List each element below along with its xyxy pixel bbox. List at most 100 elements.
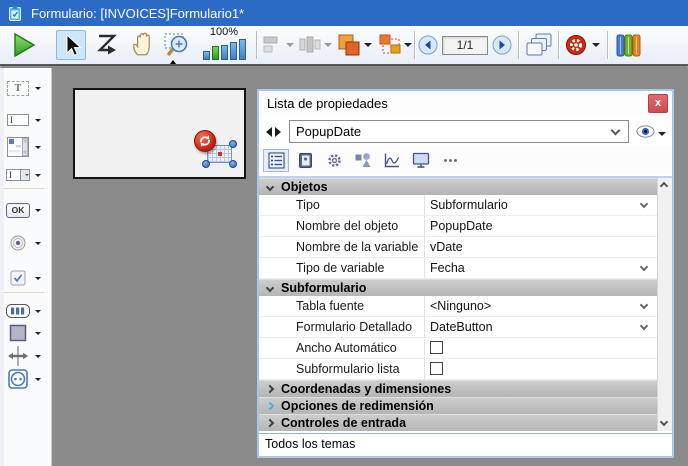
object-nav-arrows[interactable] <box>266 127 281 137</box>
toolbar-control-icon <box>4 304 32 318</box>
scroll-up-icon[interactable] <box>660 182 668 190</box>
chevron-down-icon[interactable] <box>35 87 41 90</box>
chevron-right-icon <box>266 402 274 410</box>
scroll-down-icon[interactable] <box>660 418 668 426</box>
sidebar-separator <box>4 292 44 293</box>
object-selector-combobox[interactable]: PopupDate <box>289 120 629 143</box>
run-icon[interactable] <box>8 30 38 60</box>
property-label: Nombre del objeto <box>259 216 424 236</box>
section-header-coordenadas[interactable]: Coordenadas y dimensiones <box>259 380 657 397</box>
tool-edit-field[interactable]: I <box>4 108 48 132</box>
previous-object-icon[interactable] <box>266 127 272 137</box>
selection-handle[interactable] <box>229 160 237 168</box>
section-label: Objetos <box>281 180 328 194</box>
front-dropdown-icon[interactable] <box>364 43 372 47</box>
tool-combo-box[interactable]: I <box>4 163 48 187</box>
checkbox[interactable] <box>430 362 443 375</box>
property-value <box>424 338 657 358</box>
tool-splitter-control[interactable] <box>4 344 48 368</box>
chevron-down-icon[interactable] <box>35 310 41 313</box>
align-dropdown-icon[interactable] <box>286 43 294 47</box>
zoom-bars-icon[interactable] <box>196 38 252 60</box>
section-header-redimension[interactable]: Opciones de redimensión <box>259 397 657 414</box>
chevron-down-icon[interactable] <box>35 146 41 149</box>
property-value-text[interactable]: DateButton <box>430 320 493 334</box>
tab-events-curve[interactable] <box>379 149 405 172</box>
tab-settings-gear[interactable] <box>321 149 347 172</box>
property-label: Ancho Automático <box>259 338 424 358</box>
controls-sidebar: T I I OK <box>0 68 52 466</box>
chevron-down-icon[interactable] <box>640 301 648 309</box>
tab-data-book[interactable] <box>292 149 318 172</box>
form-designer-window: Formulario: [INVOICES]Formulario1* 100% <box>0 0 688 466</box>
form-clipboard-icon <box>7 5 23 22</box>
tab-objects-shapes[interactable] <box>350 149 376 172</box>
chevron-down-icon[interactable] <box>35 277 41 280</box>
tool-static-text[interactable]: T <box>4 76 48 100</box>
chevron-down-icon <box>611 126 621 136</box>
chevron-down-icon[interactable] <box>35 378 41 381</box>
chevron-down-icon[interactable] <box>35 332 41 335</box>
zoom-level-bars[interactable]: 100% <box>196 26 252 64</box>
themes-books-icon[interactable] <box>615 32 643 58</box>
tab-display-monitor[interactable] <box>408 149 434 172</box>
property-value-text[interactable]: Subformulario <box>430 198 508 212</box>
chevron-down-icon[interactable] <box>640 200 648 208</box>
tab-properties-list[interactable] <box>263 149 289 172</box>
eye-dropdown-icon[interactable] <box>658 132 666 136</box>
themes-status-bar: Todos los temas <box>259 433 672 456</box>
scrollbar[interactable] <box>657 178 672 431</box>
chevron-down-icon[interactable] <box>640 263 648 271</box>
property-value-text[interactable]: Fecha <box>430 261 465 275</box>
visibility-eye-icon[interactable] <box>636 125 655 143</box>
property-value-text[interactable]: <Ninguno> <box>430 299 491 313</box>
form-design-surface[interactable] <box>73 88 246 179</box>
page-indicator-field[interactable]: 1/1 <box>442 36 488 55</box>
selection-handle[interactable] <box>229 140 237 148</box>
zoom-region-icon[interactable] <box>162 30 192 60</box>
property-label: Tipo <box>259 195 424 215</box>
section-label: Coordenadas y dimensiones <box>281 382 451 396</box>
section-header-controles-entrada[interactable]: Controles de entrada <box>259 414 657 431</box>
chevron-down-icon[interactable] <box>35 209 41 212</box>
distribute-dropdown-icon[interactable] <box>324 43 332 47</box>
select-cursor-icon[interactable] <box>56 30 86 60</box>
selected-object-name: PopupDate <box>296 124 361 139</box>
tool-socket-control[interactable] <box>4 367 48 391</box>
property-value-text[interactable]: vDate <box>430 240 463 254</box>
checkbox[interactable] <box>430 341 443 354</box>
pan-hand-icon[interactable] <box>129 30 157 58</box>
arrange-order-icon[interactable] <box>377 32 403 58</box>
properties-panel-titlebar[interactable]: Lista de propiedades x <box>259 91 672 117</box>
property-value-text[interactable]: PopupDate <box>430 219 493 233</box>
chevron-down-icon[interactable] <box>35 355 41 358</box>
order-dropdown-icon[interactable] <box>404 43 412 47</box>
tool-list-box[interactable] <box>4 134 48 160</box>
bring-to-front-icon[interactable] <box>336 32 362 58</box>
close-icon[interactable]: x <box>648 94 668 113</box>
tab-more-options[interactable] <box>437 149 463 172</box>
tool-frame-control[interactable] <box>4 321 48 345</box>
options-dropdown-icon[interactable] <box>592 43 600 47</box>
next-object-icon[interactable] <box>275 127 281 137</box>
tool-toolbar-control[interactable] <box>4 299 48 323</box>
combo-box-icon: I <box>4 169 32 181</box>
chevron-down-icon[interactable] <box>35 119 41 122</box>
chevron-down-icon[interactable] <box>35 174 41 177</box>
section-header-objetos[interactable]: Objetos <box>259 178 657 195</box>
previous-page-icon[interactable] <box>418 35 438 55</box>
edit-field-icon: I <box>4 114 32 126</box>
section-label: Controles de entrada <box>281 416 406 430</box>
tab-order-icon[interactable] <box>93 30 121 58</box>
next-page-icon[interactable] <box>492 35 512 55</box>
forms-stack-icon[interactable] <box>525 32 553 58</box>
chevron-down-icon[interactable] <box>640 322 648 330</box>
tool-radio-button[interactable] <box>4 231 48 255</box>
chevron-down-icon[interactable] <box>35 242 41 245</box>
tool-ok-button[interactable]: OK <box>4 198 48 222</box>
tool-check-box[interactable] <box>4 266 48 290</box>
options-gear-icon[interactable] <box>565 34 587 56</box>
section-header-subformulario[interactable]: Subformulario <box>259 279 657 296</box>
toolbar-separator <box>558 31 559 59</box>
selection-handle[interactable] <box>202 160 210 168</box>
